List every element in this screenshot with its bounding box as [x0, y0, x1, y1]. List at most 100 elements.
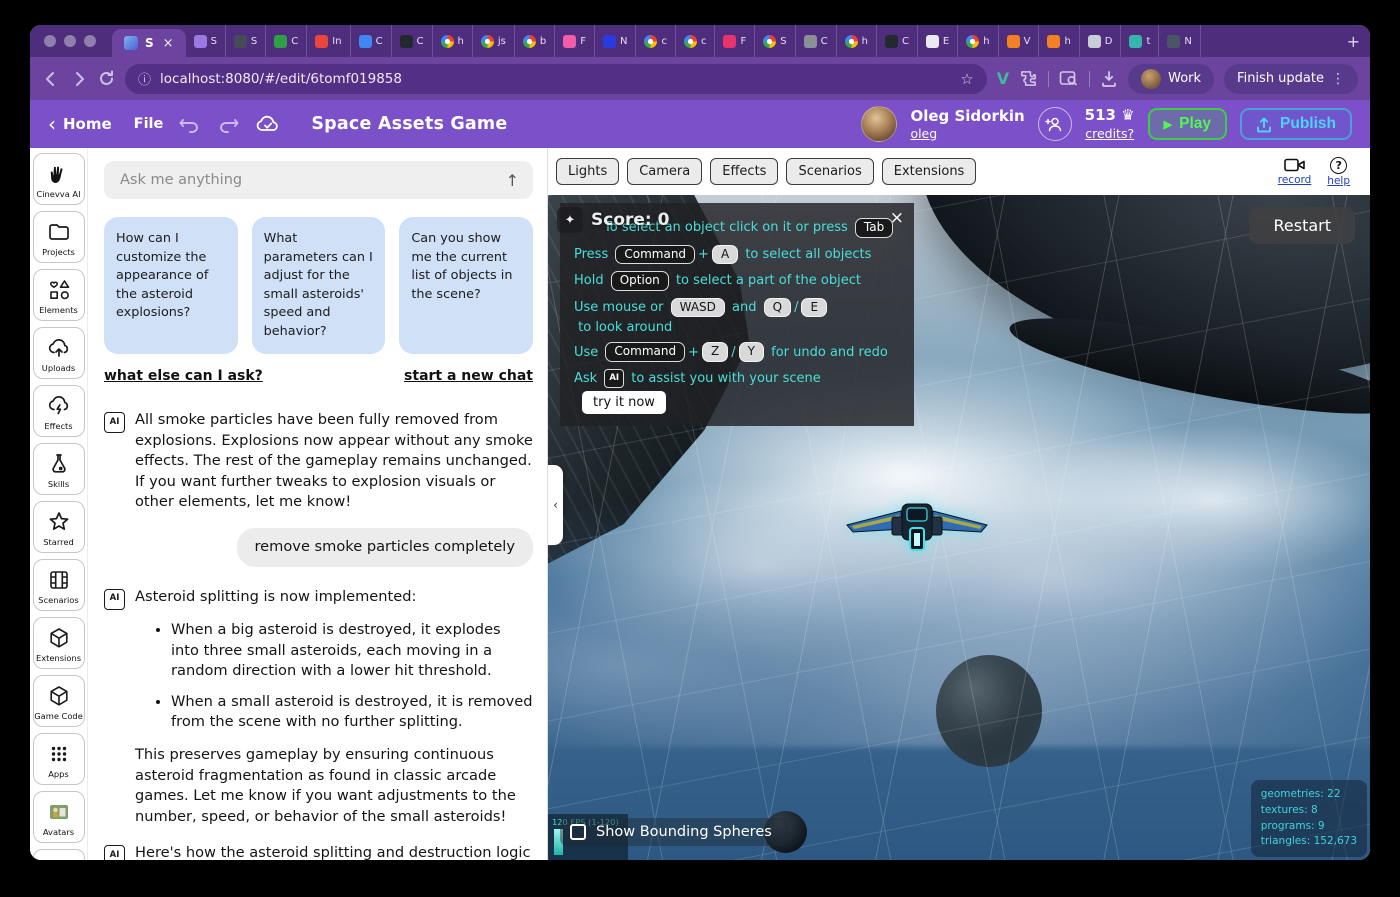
browser-tab[interactable]: C — [351, 25, 392, 57]
stat-line: triangles: 152,673 — [1261, 834, 1357, 850]
tooltip-text: / — [731, 345, 735, 360]
invite-people-icon[interactable] — [1038, 107, 1072, 141]
profile-avatar — [1141, 69, 1161, 89]
browser-tab[interactable]: b — [515, 25, 555, 57]
browser-tab[interactable]: F — [715, 25, 755, 57]
active-tab-favicon-icon — [124, 36, 138, 50]
browser-tab[interactable]: c — [636, 25, 676, 57]
browser-tab[interactable]: C — [796, 25, 837, 57]
window-close-icon[interactable] — [44, 35, 56, 47]
chat-input[interactable] — [118, 171, 506, 189]
tab-title: S — [211, 36, 217, 47]
redo-icon[interactable] — [217, 115, 239, 133]
browser-tab[interactable]: E — [918, 25, 958, 57]
browser-tab[interactable]: F — [555, 25, 595, 57]
window-minimize-icon[interactable] — [64, 35, 76, 47]
reload-icon[interactable] — [98, 70, 115, 87]
browser-tab[interactable]: js — [473, 25, 515, 57]
publish-button[interactable]: Publish — [1240, 108, 1352, 140]
play-button[interactable]: ▶ Play — [1148, 108, 1227, 140]
collapse-chat-handle[interactable]: ‹ — [548, 465, 563, 545]
tooltip-close-icon[interactable]: × — [890, 208, 904, 228]
3d-scene-canvas[interactable]: ✦ Score: 0 × To select an object click o… — [548, 195, 1370, 860]
file-menu[interactable]: File — [134, 116, 164, 132]
sidebar-item-starred[interactable]: Starred — [33, 501, 85, 553]
help-button[interactable]: ? help — [1327, 157, 1350, 187]
suggestion-card[interactable]: What parameters can I adjust for the sma… — [252, 217, 386, 354]
browser-tab[interactable]: h — [1039, 25, 1079, 57]
suggestion-card[interactable]: How can I customize the appearance of th… — [104, 217, 238, 354]
tab-title: C — [291, 36, 298, 47]
window-zoom-icon[interactable] — [84, 35, 96, 47]
restart-button[interactable]: Restart — [1249, 207, 1355, 244]
profile-chip[interactable]: Work — [1128, 64, 1214, 94]
tab-close-icon[interactable]: × — [163, 36, 174, 51]
bookmark-star-icon[interactable]: ☆ — [960, 70, 973, 88]
browser-tab[interactable]: h — [837, 25, 877, 57]
browser-tab[interactable]: c — [676, 25, 716, 57]
address-bar[interactable]: ⓘ localhost:8080/#/edit/6tomf019858 ☆ — [125, 64, 987, 94]
browser-tab[interactable]: S — [755, 25, 795, 57]
panel-button-lights[interactable]: Lights — [556, 158, 619, 185]
browser-tab[interactable]: S — [226, 25, 266, 57]
new-chat-link[interactable]: start a new chat — [404, 368, 533, 384]
browser-tab[interactable]: S — [186, 25, 226, 57]
sidebar-item-scenarios[interactable]: Scenarios — [33, 559, 85, 611]
sidebar-item-elements[interactable]: Elements — [33, 269, 85, 321]
sidebar-item-apps[interactable]: Apps — [33, 733, 85, 785]
panel-button-camera[interactable]: Camera — [627, 158, 702, 185]
home-button[interactable]: ‹ Home — [48, 114, 112, 134]
player-spaceship[interactable] — [844, 498, 990, 554]
browser-tab[interactable]: N — [595, 25, 636, 57]
send-icon[interactable]: ↑ — [506, 171, 519, 190]
sidebar-item-projects[interactable]: Projects — [33, 211, 85, 263]
downloads-icon[interactable] — [1100, 70, 1118, 88]
browser-tab[interactable]: h — [433, 25, 473, 57]
forward-icon[interactable] — [70, 70, 88, 88]
new-tab-button[interactable]: + — [1347, 32, 1360, 51]
record-button[interactable]: record — [1278, 157, 1312, 187]
finish-update-button[interactable]: Finish update ⋮ — [1224, 64, 1358, 94]
sidebar-item-skills[interactable]: Skills — [33, 443, 85, 495]
back-icon[interactable] — [42, 70, 60, 88]
vulcan-hand-icon — [47, 162, 71, 186]
active-tab[interactable]: S × — [112, 29, 186, 57]
more-menu-icon[interactable]: ⋮ — [1331, 71, 1345, 87]
browser-tab[interactable]: D — [1080, 25, 1122, 57]
user-handle-link[interactable]: oleg — [910, 126, 1024, 142]
background-tabs: SSCInCChjsbFNccFSChCEhVhDtN — [186, 25, 1337, 57]
checkbox-icon[interactable] — [570, 824, 586, 840]
sidebar-item-avatars[interactable]: Avatars — [33, 791, 85, 843]
sidebar-item-uploads[interactable]: Uploads — [33, 327, 85, 379]
sidebar-item-game-code[interactable]: Game Code — [33, 675, 85, 727]
vue-devtools-icon[interactable]: V — [997, 69, 1009, 88]
url-text[interactable]: localhost:8080/#/edit/6tomf019858 — [160, 71, 402, 87]
suggestion-card[interactable]: Can you show me the current list of obje… — [399, 217, 533, 354]
credits-link[interactable]: credits? — [1085, 126, 1134, 142]
browser-tab[interactable]: In — [307, 25, 350, 57]
sidebar-item-effects[interactable]: Effects — [33, 385, 85, 437]
browser-tab[interactable]: t — [1121, 25, 1159, 57]
browser-tab[interactable]: N — [1159, 25, 1200, 57]
window-controls[interactable] — [44, 35, 96, 47]
sidebar-item-cinevva-ai[interactable]: Cinevva AI — [33, 153, 85, 205]
browser-tab[interactable]: C — [877, 25, 918, 57]
site-info-icon[interactable]: ⓘ — [138, 69, 151, 88]
panel-button-effects[interactable]: Effects — [710, 158, 778, 185]
browser-tab[interactable]: C — [266, 25, 307, 57]
user-avatar[interactable] — [861, 106, 897, 142]
try-it-now-button[interactable]: try it now — [582, 391, 666, 414]
tab-search-icon[interactable] — [1059, 70, 1079, 87]
browser-tab[interactable]: V — [999, 25, 1040, 57]
show-bounding-spheres-toggle[interactable]: Show Bounding Spheres — [560, 818, 789, 846]
what-else-link[interactable]: what else can I ask? — [104, 368, 263, 384]
extensions-puzzle-icon[interactable] — [1019, 69, 1038, 88]
sparkle-icon: ✦ — [557, 207, 583, 233]
sidebar-item-extensions[interactable]: Extensions — [33, 617, 85, 669]
undo-icon[interactable] — [179, 115, 201, 133]
browser-tab[interactable]: C — [392, 25, 433, 57]
browser-tab[interactable]: h — [958, 25, 998, 57]
panel-button-extensions[interactable]: Extensions — [882, 158, 977, 185]
sidebar-item-partial[interactable] — [33, 849, 85, 860]
panel-button-scenarios[interactable]: Scenarios — [786, 158, 873, 185]
